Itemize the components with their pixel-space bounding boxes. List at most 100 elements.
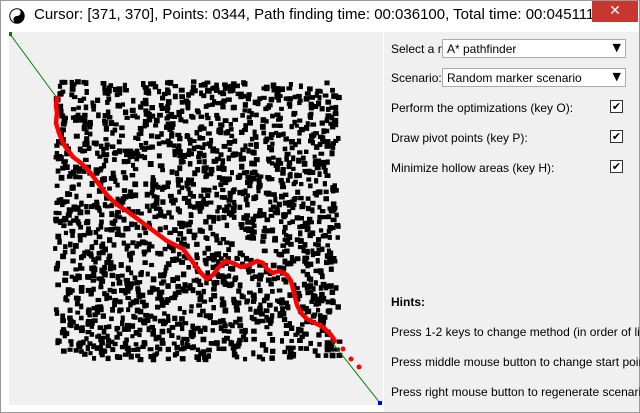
- obstacle-marker: [333, 188, 339, 193]
- obstacle-marker: [313, 268, 318, 274]
- obstacle-marker: [66, 290, 73, 295]
- close-button[interactable]: ✕: [592, 1, 638, 22]
- scenario-select[interactable]: Random marker scenario ▼: [442, 68, 626, 87]
- obstacle-marker: [306, 283, 312, 290]
- method-select[interactable]: A* pathfinder ▼: [442, 39, 626, 58]
- obstacle-marker: [269, 355, 275, 361]
- obstacle-marker: [245, 235, 251, 240]
- obstacle-marker: [289, 145, 295, 151]
- obstacle-marker: [117, 299, 123, 305]
- obstacle-marker: [191, 139, 197, 144]
- obstacle-marker: [117, 307, 124, 312]
- obstacle-marker: [248, 306, 253, 312]
- obstacle-marker: [128, 257, 134, 263]
- obstacle-marker: [330, 298, 335, 303]
- obstacle-marker: [111, 281, 115, 287]
- obstacle-marker: [120, 196, 127, 202]
- obstacle-marker: [161, 320, 167, 327]
- obstacle-marker: [62, 162, 68, 168]
- obstacle-marker: [206, 214, 213, 220]
- obstacle-marker: [118, 262, 124, 268]
- obstacle-marker: [195, 201, 201, 206]
- title-bar[interactable]: Cursor: [371, 370], Points: 0344, Path f…: [1, 1, 639, 31]
- obstacle-marker: [221, 337, 227, 344]
- obstacle-marker: [230, 205, 237, 211]
- obstacle-marker: [54, 151, 60, 157]
- obstacle-marker: [276, 251, 283, 257]
- obstacle-marker: [221, 143, 228, 149]
- optimizations-checkbox[interactable]: ✔: [610, 100, 623, 113]
- obstacle-marker: [104, 227, 110, 232]
- obstacle-marker: [241, 215, 246, 221]
- pathfinding-canvas[interactable]: [8, 32, 383, 405]
- obstacle-marker: [216, 205, 222, 210]
- obstacle-marker: [279, 180, 285, 185]
- obstacle-marker: [130, 113, 136, 118]
- pivot-points-checkbox[interactable]: ✔: [610, 130, 623, 143]
- obstacle-marker: [252, 129, 257, 135]
- obstacle-marker: [202, 159, 207, 165]
- obstacle-marker: [197, 205, 203, 211]
- obstacle-marker: [82, 118, 88, 124]
- obstacle-marker: [219, 296, 225, 301]
- obstacle-marker: [106, 96, 112, 102]
- obstacle-marker: [203, 104, 209, 109]
- obstacle-marker: [308, 276, 314, 283]
- obstacle-marker: [132, 181, 139, 188]
- obstacle-marker: [232, 187, 237, 192]
- obstacle-marker: [141, 320, 148, 326]
- obstacle-marker: [298, 346, 304, 351]
- obstacle-marker: [328, 208, 334, 213]
- obstacle-marker: [323, 128, 330, 134]
- obstacle-marker: [54, 200, 60, 205]
- obstacle-marker: [239, 293, 244, 300]
- obstacle-marker: [76, 182, 81, 187]
- obstacle-marker: [333, 138, 339, 143]
- obstacle-marker: [116, 139, 122, 145]
- obstacle-marker: [207, 88, 212, 94]
- obstacle-marker: [176, 258, 182, 263]
- obstacle-marker: [265, 190, 272, 197]
- obstacle-marker: [151, 194, 157, 199]
- obstacle-marker: [83, 80, 89, 86]
- obstacle-marker: [190, 323, 195, 330]
- obstacle-marker: [232, 117, 238, 122]
- obstacle-marker: [305, 205, 311, 212]
- obstacle-marker: [292, 119, 297, 126]
- obstacle-marker: [262, 225, 267, 231]
- obstacle-marker: [295, 330, 300, 336]
- obstacle-marker: [137, 357, 144, 363]
- obstacle-marker: [83, 104, 89, 111]
- obstacle-marker: [177, 189, 182, 195]
- obstacle-marker: [244, 255, 249, 262]
- obstacle-marker: [112, 86, 119, 93]
- obstacle-marker: [147, 241, 152, 248]
- obstacle-marker: [313, 280, 318, 286]
- obstacle-marker: [334, 93, 339, 99]
- obstacle-marker: [322, 314, 328, 320]
- obstacle-marker: [305, 196, 311, 201]
- obstacle-marker: [194, 241, 200, 247]
- obstacle-marker: [110, 130, 115, 136]
- obstacle-marker: [248, 142, 254, 147]
- obstacle-marker: [268, 199, 273, 205]
- obstacle-marker: [64, 199, 70, 204]
- obstacle-marker: [125, 265, 131, 271]
- obstacle-marker: [195, 144, 201, 149]
- obstacle-marker: [179, 185, 185, 191]
- obstacle-marker: [260, 239, 266, 244]
- obstacle-marker: [75, 275, 81, 281]
- obstacle-marker: [200, 308, 206, 314]
- obstacle-marker: [270, 113, 275, 119]
- obstacle-marker: [327, 234, 332, 240]
- obstacle-marker: [166, 210, 172, 216]
- obstacle-marker: [144, 302, 149, 308]
- hollow-areas-checkbox[interactable]: ✔: [610, 160, 623, 173]
- obstacle-marker: [258, 302, 263, 309]
- obstacle-marker: [73, 164, 79, 171]
- obstacle-marker: [82, 123, 87, 129]
- obstacle-marker: [116, 326, 121, 331]
- obstacle-marker: [307, 86, 313, 92]
- obstacle-marker: [304, 149, 309, 154]
- obstacle-marker: [187, 181, 193, 186]
